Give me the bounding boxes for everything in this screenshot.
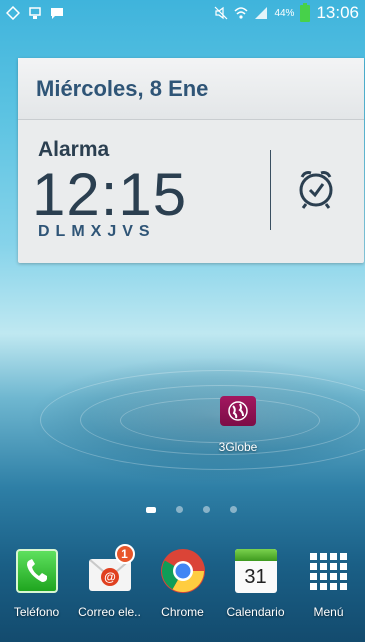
mute-icon [215,6,228,20]
status-bar[interactable]: 44% 13:06 [0,0,365,26]
app-label: 3Globe [218,440,258,454]
page-dot[interactable] [230,506,237,513]
dock-label: Calendario [226,605,285,619]
dock-item-email[interactable]: @ 1 Correo ele.. [73,544,146,642]
calendar-icon: 31 [234,549,277,593]
phone-icon [15,549,58,593]
download-icon [29,7,41,19]
page-indicator[interactable] [146,506,237,513]
dock-item-chrome[interactable]: Chrome [146,548,219,642]
alarm-section[interactable]: Alarma 12:15 DLMXJVS [18,120,364,263]
dock-item-calendar[interactable]: 31 Calendario [219,548,292,642]
alarm-days: DLMXJVS [38,223,156,240]
chrome-icon [160,549,205,593]
svg-text:@: @ [104,570,116,584]
clock-alarm-widget[interactable]: Miércoles, 8 Ene Alarma 12:15 DLMXJVS [18,58,364,263]
page-dot[interactable] [176,506,183,513]
dock-item-menu[interactable]: Menú [292,548,365,642]
page-dot[interactable] [203,506,210,513]
3globe-icon [220,396,256,426]
bbm-icon [51,8,63,19]
alarm-label: Alarma [38,138,110,161]
widget-divider [270,150,271,230]
dock-item-phone[interactable]: Teléfono [0,548,73,642]
dock-label: Teléfono [13,605,60,619]
battery-percent: 44% [274,7,295,19]
alarm-clock-icon[interactable] [293,165,339,211]
signal-icon [255,7,268,19]
widget-date[interactable]: Miércoles, 8 Ene [18,58,364,120]
battery-icon [300,2,311,22]
page-dot-active[interactable] [146,506,156,513]
dock-label: Menú [313,605,344,619]
dock: Teléfono @ 1 Correo ele.. Chrome 31 Cale… [0,544,365,642]
sync-icon [6,6,20,20]
dock-label: Correo ele.. [78,605,141,619]
alarm-time: 12:15 [32,161,188,228]
app-3globe[interactable]: 3Globe [210,396,266,454]
apps-grid-icon [310,552,347,590]
calendar-day: 31 [244,565,267,588]
wifi-icon [234,7,248,19]
unread-badge: 1 [114,544,135,564]
dock-label: Chrome [161,605,204,619]
status-time: 13:06 [316,3,359,22]
